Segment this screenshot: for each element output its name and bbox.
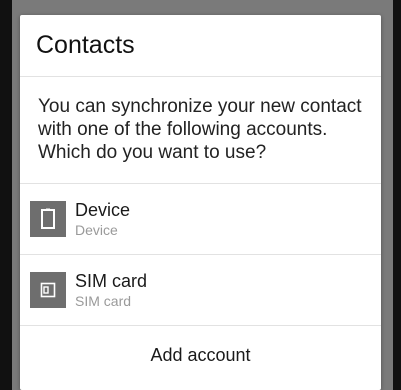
account-option-device[interactable]: Device Device (20, 184, 381, 255)
account-name-device: Device (75, 200, 131, 220)
dialog-title: Contacts (36, 31, 135, 59)
add-account-button[interactable]: Add account (20, 326, 381, 384)
screen-edge-right (393, 0, 401, 390)
account-subtitle-device: Device (75, 222, 118, 238)
phone-icon (30, 201, 66, 237)
sim-card-icon (30, 272, 66, 308)
account-subtitle-sim-card: SIM card (75, 293, 132, 309)
screen-edge-left (0, 0, 12, 390)
account-name-sim-card: SIM card (75, 271, 148, 291)
dialog-title-bar: Contacts (20, 15, 381, 77)
account-option-sim-card[interactable]: SIM card SIM card (20, 255, 381, 326)
account-chooser-dialog: Contacts You can synchronize your new co… (20, 15, 381, 390)
dialog-message: You can synchronize your new contact wit… (20, 77, 381, 184)
